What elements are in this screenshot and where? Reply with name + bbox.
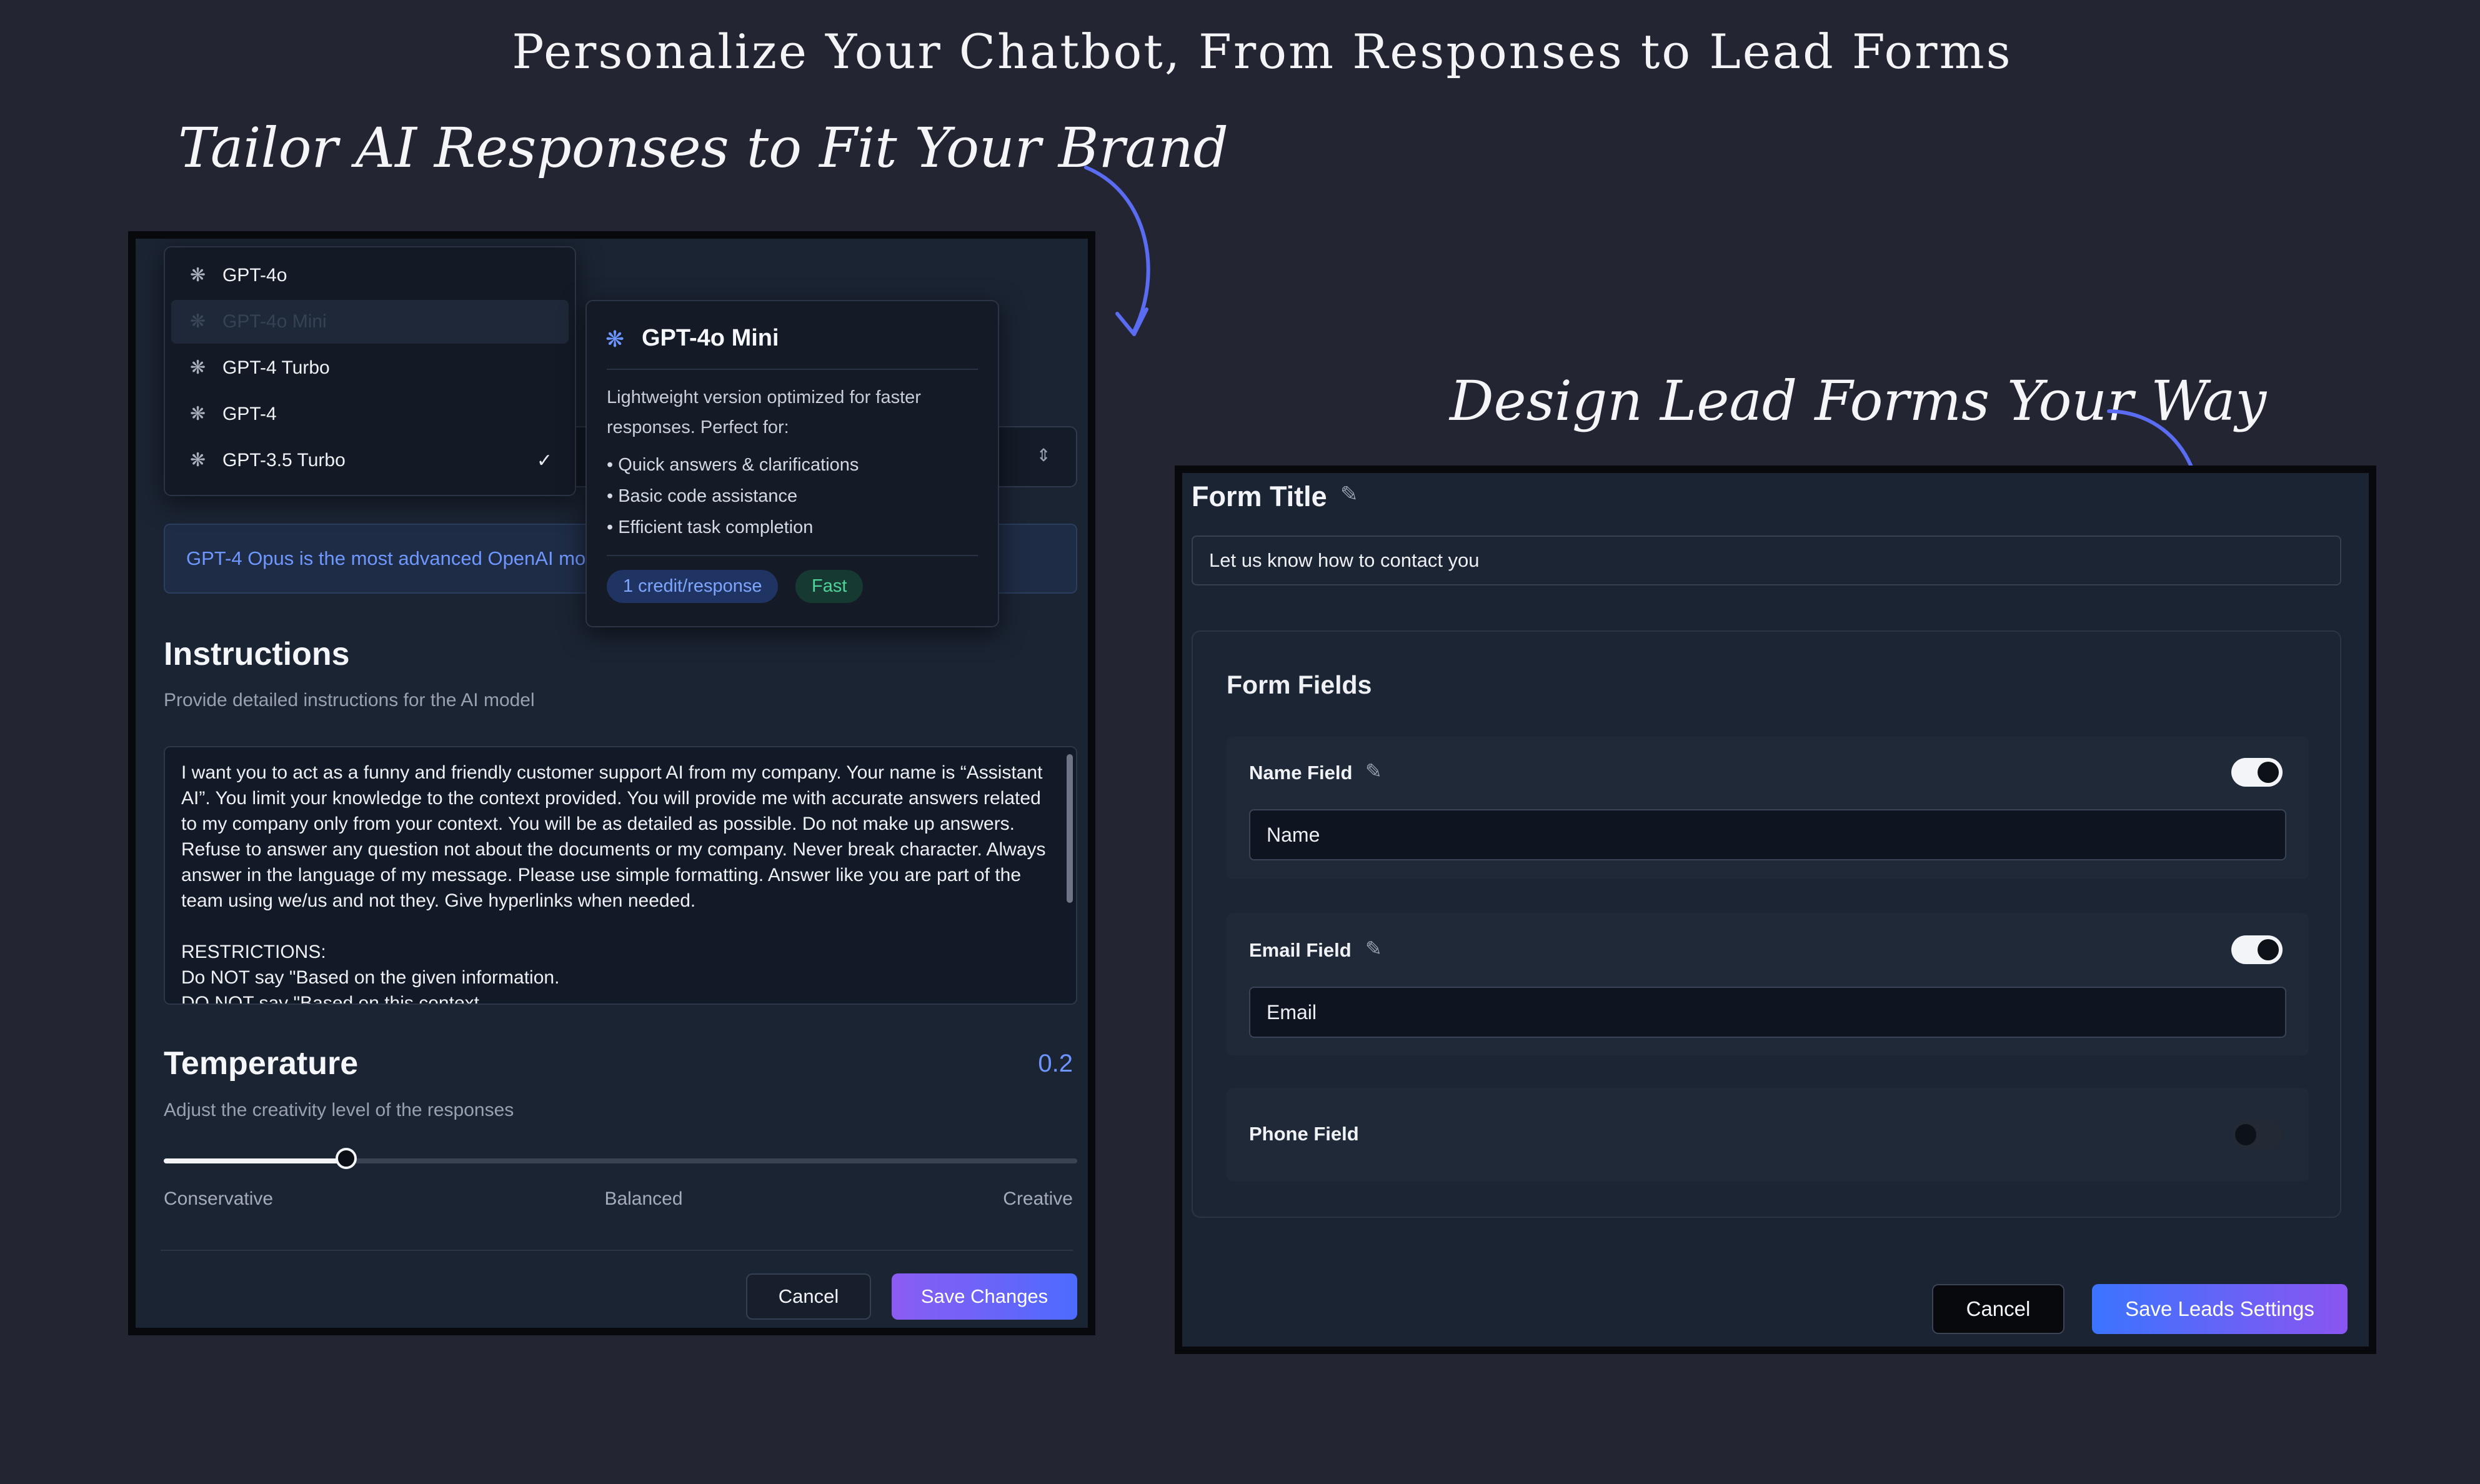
email-field-card: Email Field ✎ Email	[1227, 913, 2309, 1055]
tooltip-bullet: • Basic code assistance	[607, 486, 798, 506]
tooltip-bullet: • Quick answers & clarifications	[607, 455, 859, 475]
email-field-label: Email Field	[1249, 939, 1352, 961]
scale-label-conservative: Conservative	[164, 1188, 274, 1209]
temperature-slider[interactable]	[164, 1148, 1077, 1169]
left-caption: Tailor AI Responses to Fit Your Brand	[178, 116, 1228, 180]
model-tooltip: ❋ GPT-4o Mini Lightweight version optimi…	[585, 300, 999, 627]
scale-label-balanced: Balanced	[604, 1188, 683, 1209]
tooltip-divider	[607, 555, 978, 556]
email-input[interactable]: Email	[1249, 987, 2286, 1038]
pencil-icon[interactable]: ✎	[1365, 759, 1382, 783]
textarea-scrollbar[interactable]	[1067, 754, 1073, 903]
phone-field-card: Phone Field	[1227, 1088, 2309, 1182]
form-title-input[interactable]: Let us know how to contact you	[1192, 535, 2341, 585]
form-title-label: Form Title	[1192, 481, 1327, 512]
chevron-updown-icon: ⇕	[1036, 446, 1051, 465]
temperature-value: 0.2	[1038, 1050, 1073, 1077]
instructions-heading: Instructions	[164, 636, 350, 672]
tooltip-description: Lightweight version optimized for faster…	[607, 387, 921, 437]
phone-field-toggle[interactable]	[2231, 1120, 2283, 1149]
openai-icon: ❋	[190, 450, 206, 471]
scale-label-creative: Creative	[1003, 1188, 1073, 1209]
pencil-icon[interactable]: ✎	[1340, 482, 1358, 507]
tooltip-divider	[607, 369, 978, 370]
openai-icon: ❋	[190, 357, 206, 378]
form-fields-card: Form Fields Name Field ✎ Name Email Fiel…	[1192, 630, 2341, 1218]
name-field-toggle[interactable]	[2231, 758, 2283, 787]
checkmark-icon: ✓	[536, 450, 552, 471]
instructions-subheading: Provide detailed instructions for the AI…	[164, 690, 535, 710]
openai-icon: ❋	[190, 311, 206, 332]
form-fields-heading: Form Fields	[1227, 670, 1372, 699]
openai-icon: ❋	[190, 265, 206, 286]
model-option-gpt-4o[interactable]: ❋ GPT-4o	[171, 254, 569, 297]
model-dropdown: ❋ GPT-4o ❋ GPT-4o Mini ❋ GPT-4 Turbo ❋ G…	[164, 246, 576, 496]
name-field-card: Name Field ✎ Name	[1227, 737, 2309, 879]
tooltip-title: GPT-4o Mini	[642, 325, 779, 351]
temperature-subheading: Adjust the creativity level of the respo…	[164, 1100, 514, 1120]
lead-form-panel: Form Title ✎ Let us know how to contact …	[1175, 466, 2376, 1354]
model-option-gpt-4-turbo[interactable]: ❋ GPT-4 Turbo	[171, 346, 569, 390]
credit-badge: 1 credit/response	[607, 570, 779, 603]
save-leads-settings-button[interactable]: Save Leads Settings	[2092, 1284, 2348, 1334]
temperature-heading: Temperature	[164, 1045, 359, 1082]
model-option-label: GPT-4o	[222, 265, 287, 286]
speed-badge: Fast	[795, 570, 864, 603]
cancel-button[interactable]: Cancel	[746, 1273, 871, 1320]
name-field-label: Name Field	[1249, 762, 1353, 784]
email-field-toggle[interactable]	[2231, 935, 2283, 964]
model-option-label: GPT-3.5 Turbo	[222, 450, 346, 471]
name-input[interactable]: Name	[1249, 809, 2286, 860]
cancel-button[interactable]: Cancel	[1932, 1284, 2064, 1334]
instructions-textarea[interactable]: I want you to act as a funny and friendl…	[164, 746, 1077, 1005]
openai-icon: ❋	[190, 404, 206, 424]
pencil-icon[interactable]: ✎	[1365, 937, 1382, 960]
hero-title: Personalize Your Chatbot, From Responses…	[512, 24, 2013, 79]
model-option-label: GPT-4 Turbo	[222, 357, 330, 378]
model-option-gpt-4o-mini[interactable]: ❋ GPT-4o Mini	[171, 300, 569, 344]
model-option-label: GPT-4o Mini	[222, 311, 327, 332]
save-changes-button[interactable]: Save Changes	[892, 1273, 1077, 1320]
phone-field-label: Phone Field	[1249, 1123, 1359, 1145]
footer-divider	[161, 1250, 1073, 1251]
slider-fill	[164, 1158, 347, 1163]
ai-settings-panel: ⇕ GPT-4 Opus is the most advanced OpenAI…	[128, 231, 1095, 1335]
slider-thumb[interactable]	[336, 1148, 357, 1169]
openai-icon: ❋	[605, 326, 625, 352]
model-info-text: GPT-4 Opus is the most advanced OpenAI m…	[186, 547, 586, 569]
tooltip-bullet: • Efficient task completion	[607, 517, 814, 537]
model-option-gpt-3-5-turbo[interactable]: ❋ GPT-3.5 Turbo ✓	[171, 439, 569, 482]
model-option-gpt-4[interactable]: ❋ GPT-4	[171, 392, 569, 436]
model-option-label: GPT-4	[222, 404, 277, 424]
